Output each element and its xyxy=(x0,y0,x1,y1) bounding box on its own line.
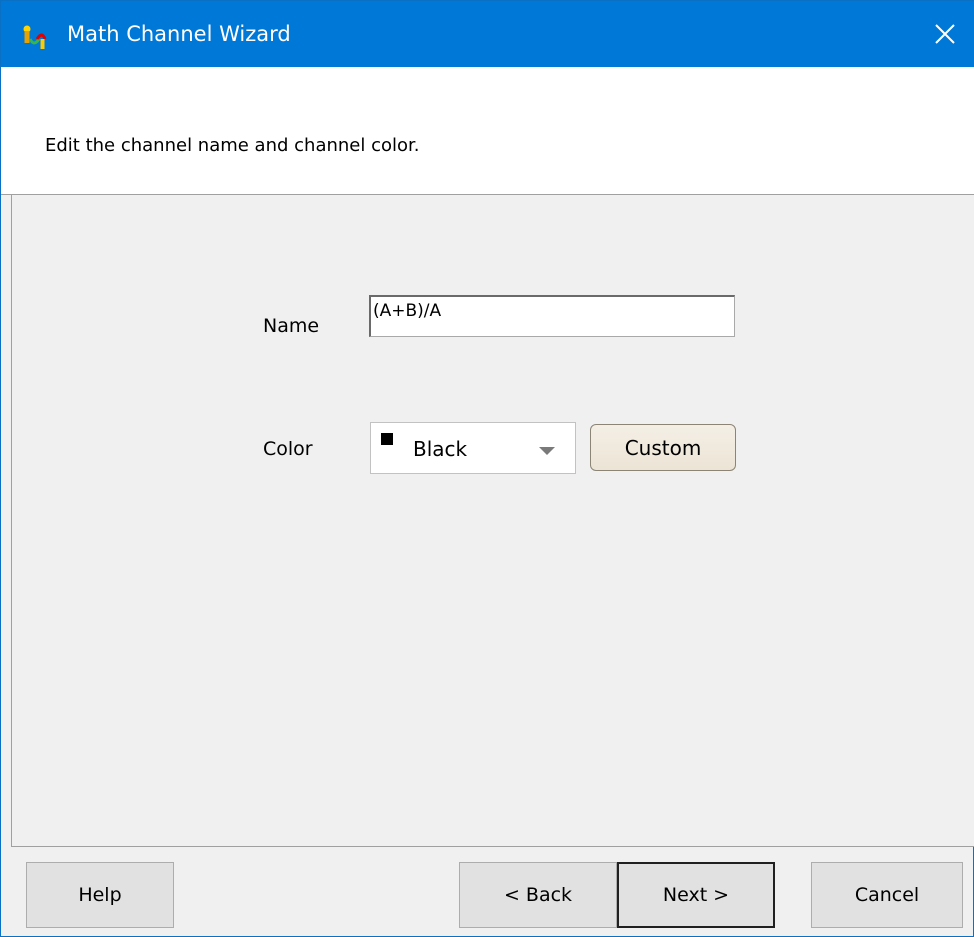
color-swatch xyxy=(381,433,393,445)
window-title: Math Channel Wizard xyxy=(67,22,291,46)
math-channel-wizard-icon xyxy=(21,25,61,51)
color-selected-value: Black xyxy=(413,437,468,461)
instruction-text: Edit the channel name and channel color. xyxy=(45,135,420,156)
close-button[interactable] xyxy=(915,1,974,67)
wizard-header: Edit the channel name and channel color. xyxy=(1,67,974,195)
color-dropdown[interactable]: Black xyxy=(370,422,576,474)
name-input[interactable]: (A+B)/A xyxy=(369,295,735,337)
color-label: Color xyxy=(263,438,313,460)
close-icon xyxy=(935,24,955,44)
help-button[interactable]: Help xyxy=(26,862,174,928)
next-button[interactable]: Next > xyxy=(617,862,775,928)
name-label: Name xyxy=(263,315,320,337)
wizard-body xyxy=(11,195,974,847)
title-bar[interactable]: Math Channel Wizard xyxy=(1,1,974,67)
math-channel-wizard-window: Math Channel Wizard Edit the channel nam… xyxy=(0,0,974,937)
cancel-button[interactable]: Cancel xyxy=(811,862,963,928)
chevron-down-icon[interactable] xyxy=(539,447,555,455)
back-button[interactable]: < Back xyxy=(459,862,617,928)
custom-color-button[interactable]: Custom xyxy=(590,424,736,471)
